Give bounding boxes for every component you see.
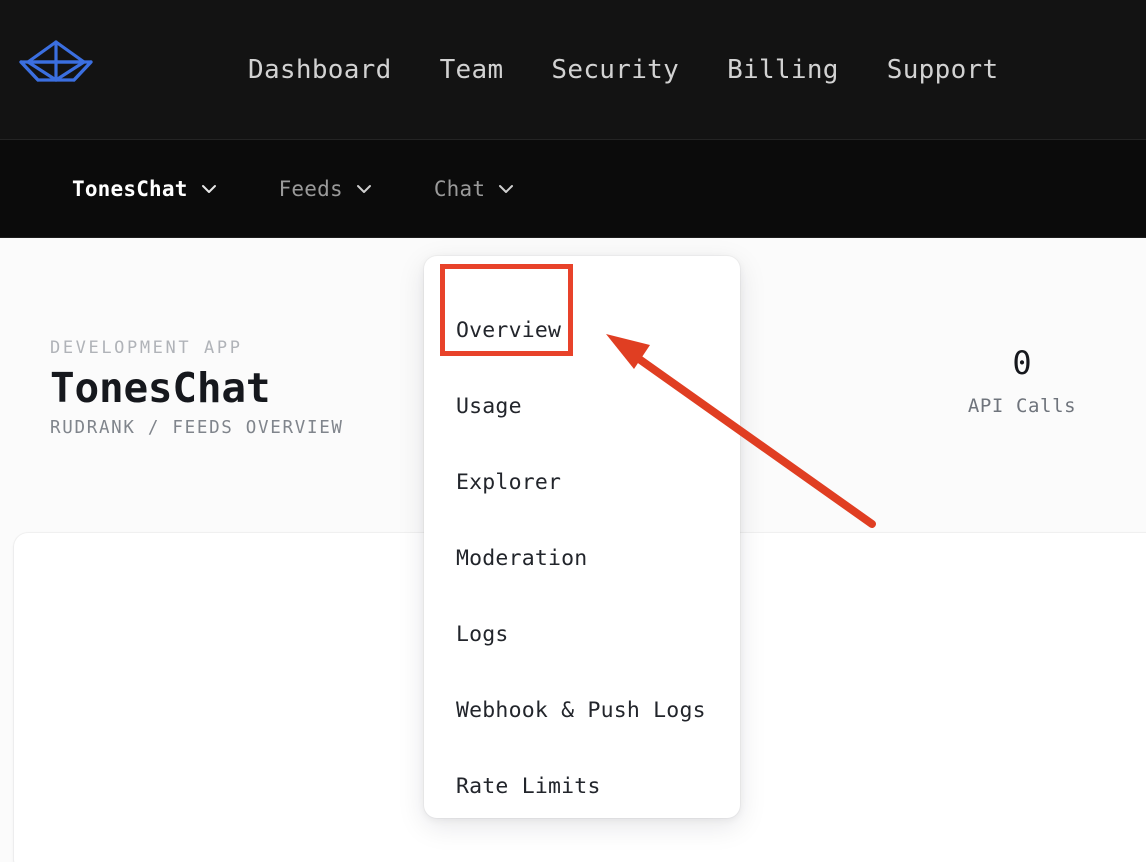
dropdown-item-overview[interactable]: Overview	[424, 292, 740, 368]
subnav-item-label: Feeds	[278, 177, 343, 201]
top-navigation-links: Dashboard Team Security Billing Support	[248, 0, 998, 139]
dropdown-item-logs[interactable]: Logs	[424, 596, 740, 672]
dropdown-item-moderation[interactable]: Moderation	[424, 520, 740, 596]
chevron-down-icon[interactable]	[498, 184, 514, 194]
nav-link-team[interactable]: Team	[440, 49, 504, 91]
dropdown-item-usage[interactable]: Usage	[424, 368, 740, 444]
page-title: TonesChat	[50, 364, 271, 412]
top-navigation-bar: Dashboard Team Security Billing Support	[0, 0, 1146, 139]
dropdown-item-explorer[interactable]: Explorer	[424, 444, 740, 520]
api-calls-value: 0	[1012, 344, 1032, 382]
nav-link-dashboard[interactable]: Dashboard	[248, 49, 392, 91]
paper-boat-icon[interactable]	[16, 38, 96, 84]
dropdown-item-list: Overview Usage Explorer Moderation Logs …	[424, 256, 740, 818]
feeds-dropdown-menu: Overview Usage Explorer Moderation Logs …	[424, 256, 740, 818]
chevron-down-icon[interactable]	[356, 184, 372, 194]
breadcrumb: RUDRANK / FEEDS OVERVIEW	[50, 418, 344, 439]
subnav-item-toneschat[interactable]: TonesChat	[72, 177, 217, 201]
nav-link-support[interactable]: Support	[887, 49, 999, 91]
dropdown-item-rate-limits[interactable]: Rate Limits	[424, 748, 740, 818]
secondary-navigation-bar: TonesChat Feeds Chat	[0, 140, 1146, 238]
app-root: Dashboard Team Security Billing Support …	[0, 0, 1146, 862]
nav-link-security[interactable]: Security	[551, 49, 679, 91]
api-calls-label: API Calls	[967, 395, 1077, 418]
nav-link-billing[interactable]: Billing	[727, 49, 839, 91]
dropdown-item-webhook-push-logs[interactable]: Webhook & Push Logs	[424, 672, 740, 748]
app-type-eyebrow: DEVELOPMENT APP	[50, 338, 243, 358]
chevron-down-icon[interactable]	[201, 184, 217, 194]
subnav-item-feeds[interactable]: Feeds	[279, 177, 372, 201]
subnav-item-label: TonesChat	[72, 177, 188, 201]
api-calls-stat: 0 API Calls	[942, 344, 1102, 418]
app-header-text-block: DEVELOPMENT APP TonesChat RUDRANK / FEED…	[50, 338, 344, 438]
subnav-item-label: Chat	[433, 177, 486, 201]
subnav-item-chat[interactable]: Chat	[434, 177, 514, 201]
